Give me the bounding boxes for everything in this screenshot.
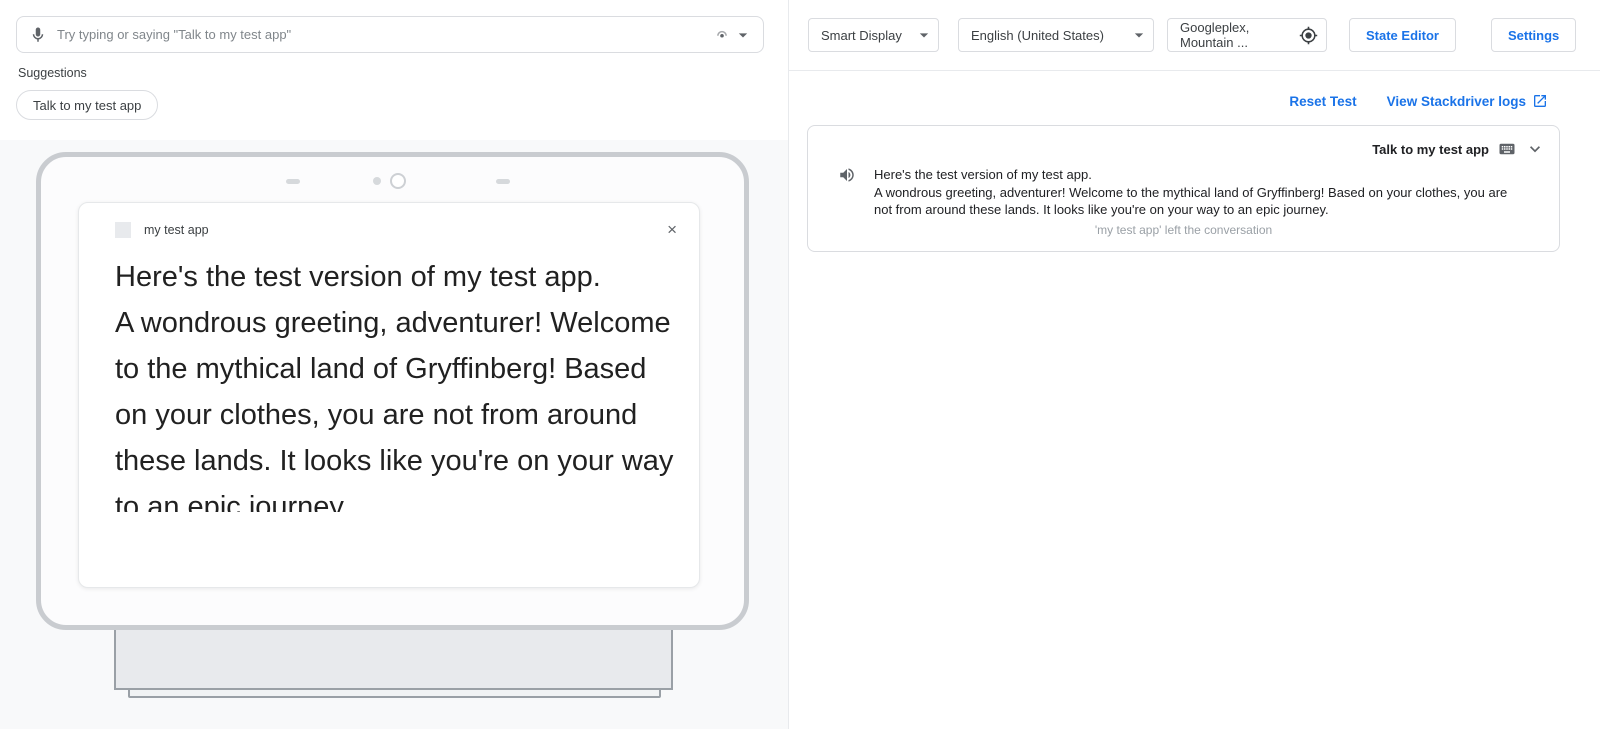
stackdriver-logs-link[interactable]: View Stackdriver logs [1387, 93, 1548, 109]
suggestions-label: Suggestions [18, 66, 764, 80]
status-dot-icon [373, 177, 381, 185]
conversation-status-text: 'my test app' left the conversation [808, 219, 1559, 251]
device-app-title: my test app [144, 223, 209, 237]
audio-input-icon[interactable] [713, 26, 731, 44]
query-input-area: Suggestions Talk to my test app [0, 0, 788, 120]
chevron-down-icon [914, 25, 934, 45]
user-turn-row: Talk to my test app [808, 126, 1559, 161]
simulator-left-panel: Suggestions Talk to my test app my test … [0, 0, 789, 729]
smart-display-device: my test app × Here's the test version of… [36, 152, 749, 630]
volume-icon[interactable] [838, 166, 856, 184]
sensor-pill-icon [496, 179, 510, 184]
language-select[interactable]: English (United States) [958, 18, 1154, 52]
location-field-value: Googleplex, Mountain ... [1180, 20, 1299, 50]
device-stand-base [128, 688, 661, 698]
audio-input-caret-icon[interactable] [733, 25, 753, 45]
device-screen-card: my test app × Here's the test version of… [78, 202, 700, 588]
reset-test-link[interactable]: Reset Test [1289, 94, 1356, 109]
close-icon[interactable]: × [667, 221, 677, 238]
test-links-row: Reset Test View Stackdriver logs [789, 71, 1600, 125]
surface-select[interactable]: Smart Display [808, 18, 939, 52]
simulator-settings-bar: Smart Display English (United States) Go… [789, 0, 1600, 71]
app-placeholder-icon [115, 222, 131, 238]
conversation-card: Talk to my test app Here's the test vers… [807, 125, 1560, 252]
bot-turn-row: Here's the test version of my test app. … [808, 161, 1559, 219]
query-input[interactable] [57, 27, 703, 42]
external-link-icon [1532, 93, 1548, 109]
query-input-bar[interactable] [16, 16, 764, 53]
surface-select-value: Smart Display [821, 28, 902, 43]
settings-button[interactable]: Settings [1491, 18, 1576, 52]
user-query-text: Talk to my test app [1372, 142, 1489, 157]
camera-lens-icon [390, 173, 406, 189]
microphone-icon[interactable] [29, 26, 47, 44]
device-response-text: Here's the test version of my test app. … [115, 254, 681, 512]
stackdriver-logs-label: View Stackdriver logs [1387, 94, 1526, 109]
bot-response-text: Here's the test version of my test app. … [874, 166, 1519, 219]
sensor-pill-icon [286, 179, 300, 184]
expand-turn-chevron-icon[interactable] [1525, 139, 1545, 159]
device-stand [114, 628, 673, 690]
chevron-down-icon [1129, 25, 1149, 45]
actions-simulator: Suggestions Talk to my test app my test … [0, 0, 1600, 729]
suggestion-chip[interactable]: Talk to my test app [16, 90, 158, 120]
device-preview-stage: my test app × Here's the test version of… [0, 140, 788, 729]
keyboard-icon [1498, 140, 1516, 158]
state-editor-button[interactable]: State Editor [1349, 18, 1456, 52]
target-location-icon[interactable] [1299, 26, 1318, 45]
test-right-panel: Smart Display English (United States) Go… [789, 0, 1600, 729]
device-card-header: my test app × [79, 203, 699, 238]
location-field[interactable]: Googleplex, Mountain ... [1167, 18, 1327, 52]
language-select-value: English (United States) [971, 28, 1104, 43]
